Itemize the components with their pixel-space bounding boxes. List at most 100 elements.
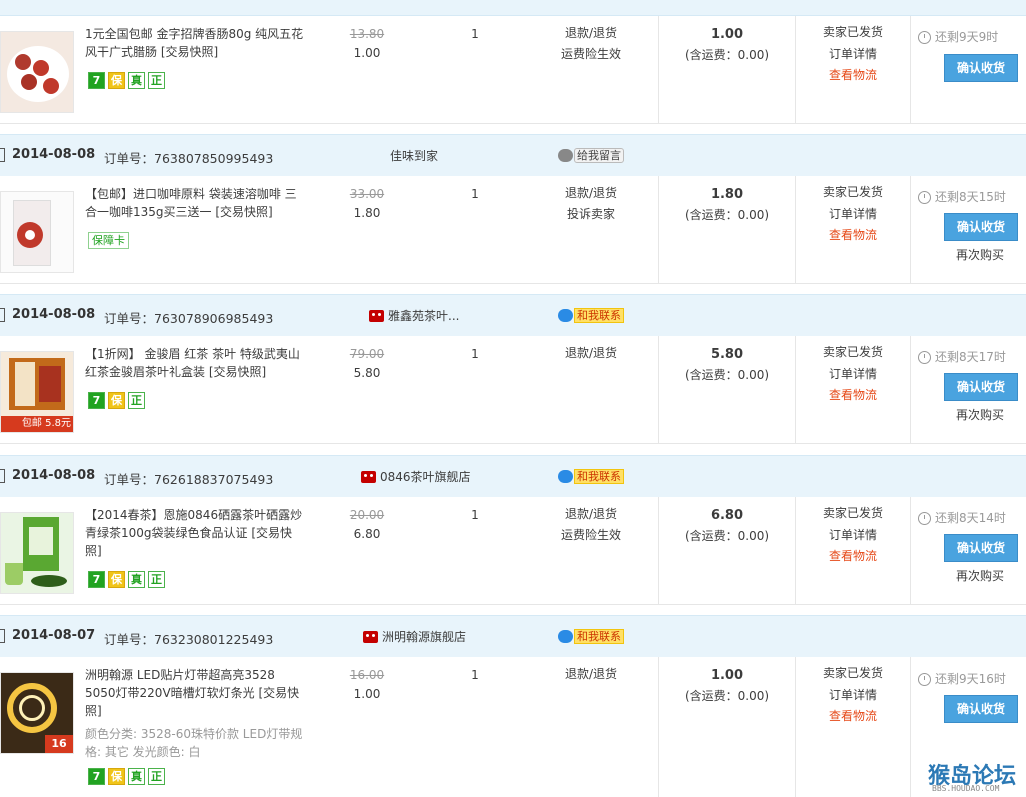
refund-link[interactable]: 退款/退货 bbox=[540, 343, 642, 364]
buy-again-link[interactable]: 再次购买 bbox=[944, 246, 1016, 263]
product-thumbnail[interactable]: 包邮 5.8元 bbox=[0, 351, 74, 433]
order-detail-link[interactable]: 订单详情 bbox=[805, 525, 901, 547]
view-logistics-link[interactable]: 查看物流 bbox=[805, 385, 901, 407]
countdown: 还剩9天9时 bbox=[918, 28, 1026, 45]
order-status: 卖家已发货 订单详情 查看物流 bbox=[805, 663, 901, 728]
product-thumbnail[interactable] bbox=[0, 191, 74, 273]
contact-seller-button[interactable]: 和我联系 bbox=[558, 468, 624, 484]
order-number: 订单号：763078906985493 bbox=[104, 311, 274, 326]
shop-name[interactable]: 0846茶叶旗舰店 bbox=[361, 468, 471, 485]
quantity: 1 bbox=[471, 27, 479, 41]
contact-seller-button[interactable]: 和我联系 bbox=[558, 307, 624, 323]
authentic-icon[interactable]: 真 bbox=[128, 72, 145, 89]
product-title[interactable]: 【1折网】 金骏眉 红茶 茶叶 特级武夷山红茶金骏眉茶叶礼盒装 [交易快照] bbox=[85, 345, 307, 381]
chat-bubble-icon bbox=[558, 149, 573, 162]
order-detail-link[interactable]: 订单详情 bbox=[805, 364, 901, 386]
buy-again-link[interactable]: 再次购买 bbox=[944, 567, 1016, 584]
guarantee-icon[interactable]: 保 bbox=[108, 768, 125, 785]
buy-again-link[interactable]: 再次购买 bbox=[944, 406, 1016, 423]
order-number: 订单号：762618837075493 bbox=[104, 472, 274, 487]
refund-link[interactable]: 退款/退货 bbox=[540, 664, 642, 685]
order-total: 5.80 bbox=[710, 347, 744, 362]
order-number: 订单号：763230801225493 bbox=[104, 632, 274, 647]
clock-icon bbox=[918, 351, 931, 364]
product-thumbnail[interactable]: 16 bbox=[0, 672, 74, 754]
order-header-strip bbox=[0, 0, 1026, 16]
shipped-status: 卖家已发货 bbox=[822, 506, 883, 520]
shipped-status: 卖家已发货 bbox=[822, 185, 883, 199]
service-tags: 7保真正 bbox=[88, 571, 168, 588]
shipped-status: 卖家已发货 bbox=[822, 345, 883, 359]
seven-day-return-icon[interactable]: 7 bbox=[88, 768, 105, 785]
order-total: 1.00 bbox=[710, 27, 744, 42]
product-title[interactable]: 【2014春茶】恩施0846硒露茶叶硒露炒青绿茶100g袋装绿色食品认证 [交易… bbox=[85, 506, 307, 560]
original-price: 16.00 bbox=[349, 668, 385, 682]
product-thumbnail[interactable] bbox=[0, 31, 74, 113]
confirm-receipt-button[interactable]: 确认收货 bbox=[944, 695, 1018, 723]
order-detail-link[interactable]: 订单详情 bbox=[805, 44, 901, 66]
refund-link[interactable]: 退款/退货 bbox=[540, 183, 642, 204]
guarantee-icon[interactable]: 保 bbox=[108, 72, 125, 89]
order-date: 2014-08-08 bbox=[12, 468, 96, 483]
order-header: 2014-08-08 订单号：763078906985493 雅鑫苑茶叶... … bbox=[0, 294, 1026, 337]
promo-label: 包邮 5.8元 bbox=[1, 416, 73, 432]
view-logistics-link[interactable]: 查看物流 bbox=[805, 225, 901, 247]
seven-day-return-icon[interactable]: 7 bbox=[88, 392, 105, 409]
complain-seller-link[interactable]: 投诉卖家 bbox=[540, 204, 642, 225]
order-date: 2014-08-08 bbox=[12, 307, 96, 322]
shipping-insurance-status: 运费险生效 bbox=[560, 528, 621, 542]
original-price: 79.00 bbox=[349, 347, 385, 361]
confirm-receipt-button[interactable]: 确认收货 bbox=[944, 213, 1018, 241]
order-row: 16 洲明翰源 LED贴片灯带超高亮3528 5050灯带220V暗槽灯软灯条光… bbox=[0, 657, 1026, 797]
original-price: 20.00 bbox=[349, 508, 385, 522]
quantity: 1 bbox=[471, 508, 479, 522]
tmall-icon bbox=[369, 310, 384, 322]
countdown: 还剩8天17时 bbox=[918, 348, 1026, 365]
contact-seller-button[interactable]: 和我联系 bbox=[558, 628, 624, 644]
genuine-icon[interactable]: 正 bbox=[148, 768, 165, 785]
service-tags: 7保正 bbox=[88, 392, 148, 409]
order-detail-link[interactable]: 订单详情 bbox=[805, 685, 901, 707]
unit-price: 5.80 bbox=[353, 366, 381, 380]
authentic-icon[interactable]: 真 bbox=[128, 571, 145, 588]
view-logistics-link[interactable]: 查看物流 bbox=[805, 65, 901, 87]
calendar-icon bbox=[0, 469, 5, 483]
shop-name[interactable]: 雅鑫苑茶叶... bbox=[369, 307, 459, 324]
chat-bubble-icon bbox=[558, 630, 573, 643]
seven-day-return-icon[interactable]: 7 bbox=[88, 571, 105, 588]
shop-name[interactable]: 洲明翰源旗舰店 bbox=[363, 628, 466, 645]
guarantee-icon[interactable]: 保 bbox=[108, 392, 125, 409]
guarantee-card-icon[interactable]: 保障卡 bbox=[88, 232, 129, 249]
quantity: 1 bbox=[471, 347, 479, 361]
shipping-fee: (含运费：0.00) bbox=[684, 529, 770, 543]
genuine-icon[interactable]: 正 bbox=[148, 571, 165, 588]
genuine-icon[interactable]: 正 bbox=[148, 72, 165, 89]
refund-link[interactable]: 退款/退货 bbox=[540, 23, 642, 44]
product-title[interactable]: 【包邮】进口咖啡原料 袋装速溶咖啡 三合一咖啡135g买三送一 [交易快照] bbox=[85, 185, 307, 221]
leave-message-button[interactable]: 给我留言 bbox=[558, 147, 624, 163]
shipping-fee: (含运费：0.00) bbox=[684, 48, 770, 62]
unit-price: 1.00 bbox=[353, 46, 381, 60]
view-logistics-link[interactable]: 查看物流 bbox=[805, 706, 901, 728]
after-sale-services: 退款/退货 运费险生效 bbox=[540, 504, 642, 546]
order-header: 2014-08-08 订单号：762618837075493 0846茶叶旗舰店… bbox=[0, 455, 1026, 498]
confirm-receipt-button[interactable]: 确认收货 bbox=[944, 54, 1018, 82]
chat-bubble-icon bbox=[558, 309, 573, 322]
order-detail-link[interactable]: 订单详情 bbox=[805, 204, 901, 226]
product-thumbnail[interactable] bbox=[0, 512, 74, 594]
confirm-receipt-button[interactable]: 确认收货 bbox=[944, 373, 1018, 401]
authentic-icon[interactable]: 真 bbox=[128, 768, 145, 785]
calendar-icon bbox=[0, 308, 5, 322]
quantity: 1 bbox=[471, 668, 479, 682]
confirm-receipt-button[interactable]: 确认收货 bbox=[944, 534, 1018, 562]
guarantee-icon[interactable]: 保 bbox=[108, 571, 125, 588]
order-date: 2014-08-08 bbox=[12, 147, 96, 162]
product-title[interactable]: 洲明翰源 LED贴片灯带超高亮3528 5050灯带220V暗槽灯软灯条光 [交… bbox=[85, 666, 307, 720]
shop-name[interactable]: 佳味到家 bbox=[390, 147, 438, 164]
refund-link[interactable]: 退款/退货 bbox=[540, 504, 642, 525]
product-title[interactable]: 1元全国包邮 金字招牌香肠80g 纯风五花风干广式腊肠 [交易快照] bbox=[85, 25, 307, 61]
shipping-fee: (含运费：0.00) bbox=[684, 689, 770, 703]
genuine-icon[interactable]: 正 bbox=[128, 392, 145, 409]
seven-day-return-icon[interactable]: 7 bbox=[88, 72, 105, 89]
view-logistics-link[interactable]: 查看物流 bbox=[805, 546, 901, 568]
